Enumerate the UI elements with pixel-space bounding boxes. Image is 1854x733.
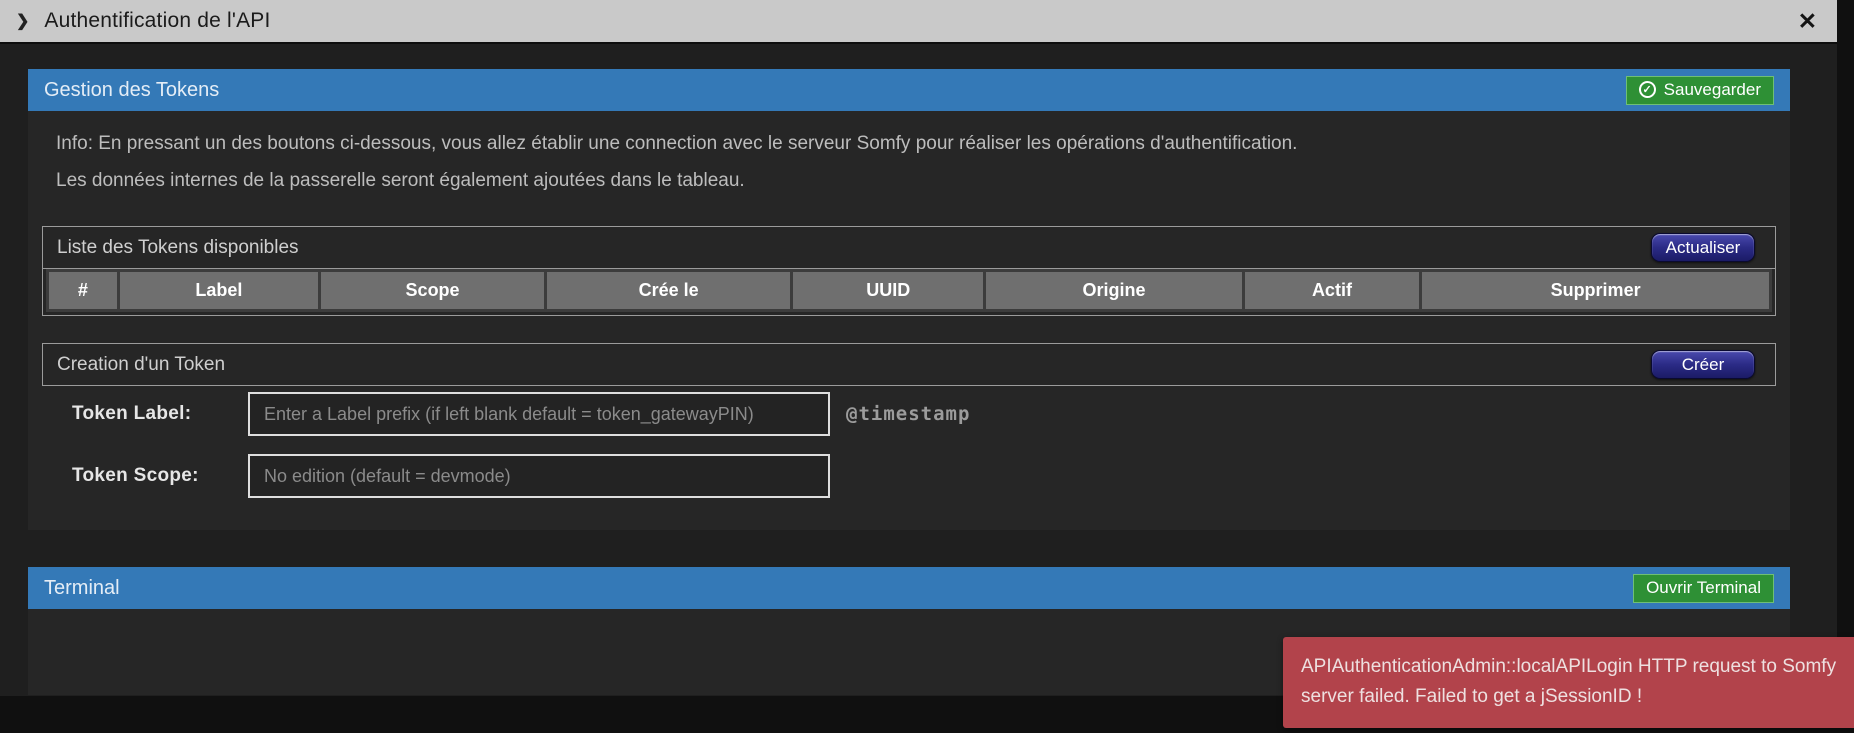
token-list-header: Liste des Tokens disponibles Actualiser <box>43 227 1775 268</box>
open-terminal-button[interactable]: Ouvrir Terminal <box>1633 573 1774 603</box>
terminal-panel-title: Terminal <box>44 576 120 599</box>
token-creation-header: Creation d'un Token Créer <box>43 344 1775 385</box>
token-label-input[interactable] <box>248 392 830 436</box>
refresh-button[interactable]: Actualiser <box>1651 233 1755 262</box>
token-scope-row: Token Scope: <box>72 454 1776 498</box>
tokens-panel-body: Info: En pressant un des boutons ci-dess… <box>28 111 1790 530</box>
token-table: # Label Scope Crée le UUID Origine Actif… <box>46 269 1772 312</box>
info-block: Info: En pressant un des boutons ci-dess… <box>56 111 1776 196</box>
api-authentication-modal: ❯ Authentification de l'API ✕ Gestion de… <box>0 0 1837 696</box>
tokens-panel-heading: Gestion des Tokens ✓ Sauvegarder <box>28 69 1790 111</box>
create-button[interactable]: Créer <box>1651 350 1755 379</box>
column-header-created: Crée le <box>543 269 794 312</box>
column-header-index: # <box>46 269 120 312</box>
column-header-delete: Supprimer <box>1419 269 1772 312</box>
token-creation-fieldset: Creation d'un Token Créer <box>42 343 1776 386</box>
token-table-wrap: # Label Scope Crée le UUID Origine Actif… <box>43 268 1775 315</box>
token-table-header-row: # Label Scope Crée le UUID Origine Actif… <box>46 269 1772 312</box>
save-button[interactable]: ✓ Sauvegarder <box>1625 75 1774 105</box>
token-scope-input[interactable] <box>248 454 830 498</box>
info-text-line2: Les données internes de la passerelle se… <box>56 170 745 191</box>
column-header-uuid: UUID <box>790 269 987 312</box>
modal-titlebar: ❯ Authentification de l'API ✕ <box>0 0 1837 44</box>
token-label-row: Token Label: @timestamp <box>72 392 1776 436</box>
close-icon[interactable]: ✕ <box>1798 9 1817 33</box>
timestamp-suffix: @timestamp <box>846 403 971 425</box>
column-header-origin: Origine <box>983 269 1245 312</box>
check-circle-icon: ✓ <box>1638 81 1656 98</box>
tokens-panel-title: Gestion des Tokens <box>44 78 220 101</box>
token-list-title: Liste des Tokens disponibles <box>57 236 299 258</box>
column-header-label: Label <box>116 269 322 312</box>
token-scope-label: Token Scope: <box>72 465 199 486</box>
error-toast[interactable]: APIAuthenticationAdmin::localAPILogin HT… <box>1283 637 1854 728</box>
chevron-right-icon[interactable]: ❯ <box>16 11 29 31</box>
tokens-panel: Gestion des Tokens ✓ Sauvegarder Info: E… <box>28 69 1790 530</box>
column-header-scope: Scope <box>318 269 547 312</box>
column-header-active: Actif <box>1241 269 1423 312</box>
token-creation-title: Creation d'un Token <box>57 353 226 375</box>
token-label-label: Token Label: <box>72 403 192 424</box>
save-button-label: Sauvegarder <box>1663 79 1761 99</box>
open-terminal-button-label: Ouvrir Terminal <box>1646 577 1761 597</box>
modal-content: Gestion des Tokens ✓ Sauvegarder Info: E… <box>28 69 1790 695</box>
modal-title: Authentification de l'API <box>44 9 271 32</box>
info-text-line1: Info: En pressant un des boutons ci-dess… <box>56 133 1298 154</box>
token-list-fieldset: Liste des Tokens disponibles Actualiser <box>42 226 1776 316</box>
terminal-panel-heading: Terminal Ouvrir Terminal <box>28 567 1790 609</box>
